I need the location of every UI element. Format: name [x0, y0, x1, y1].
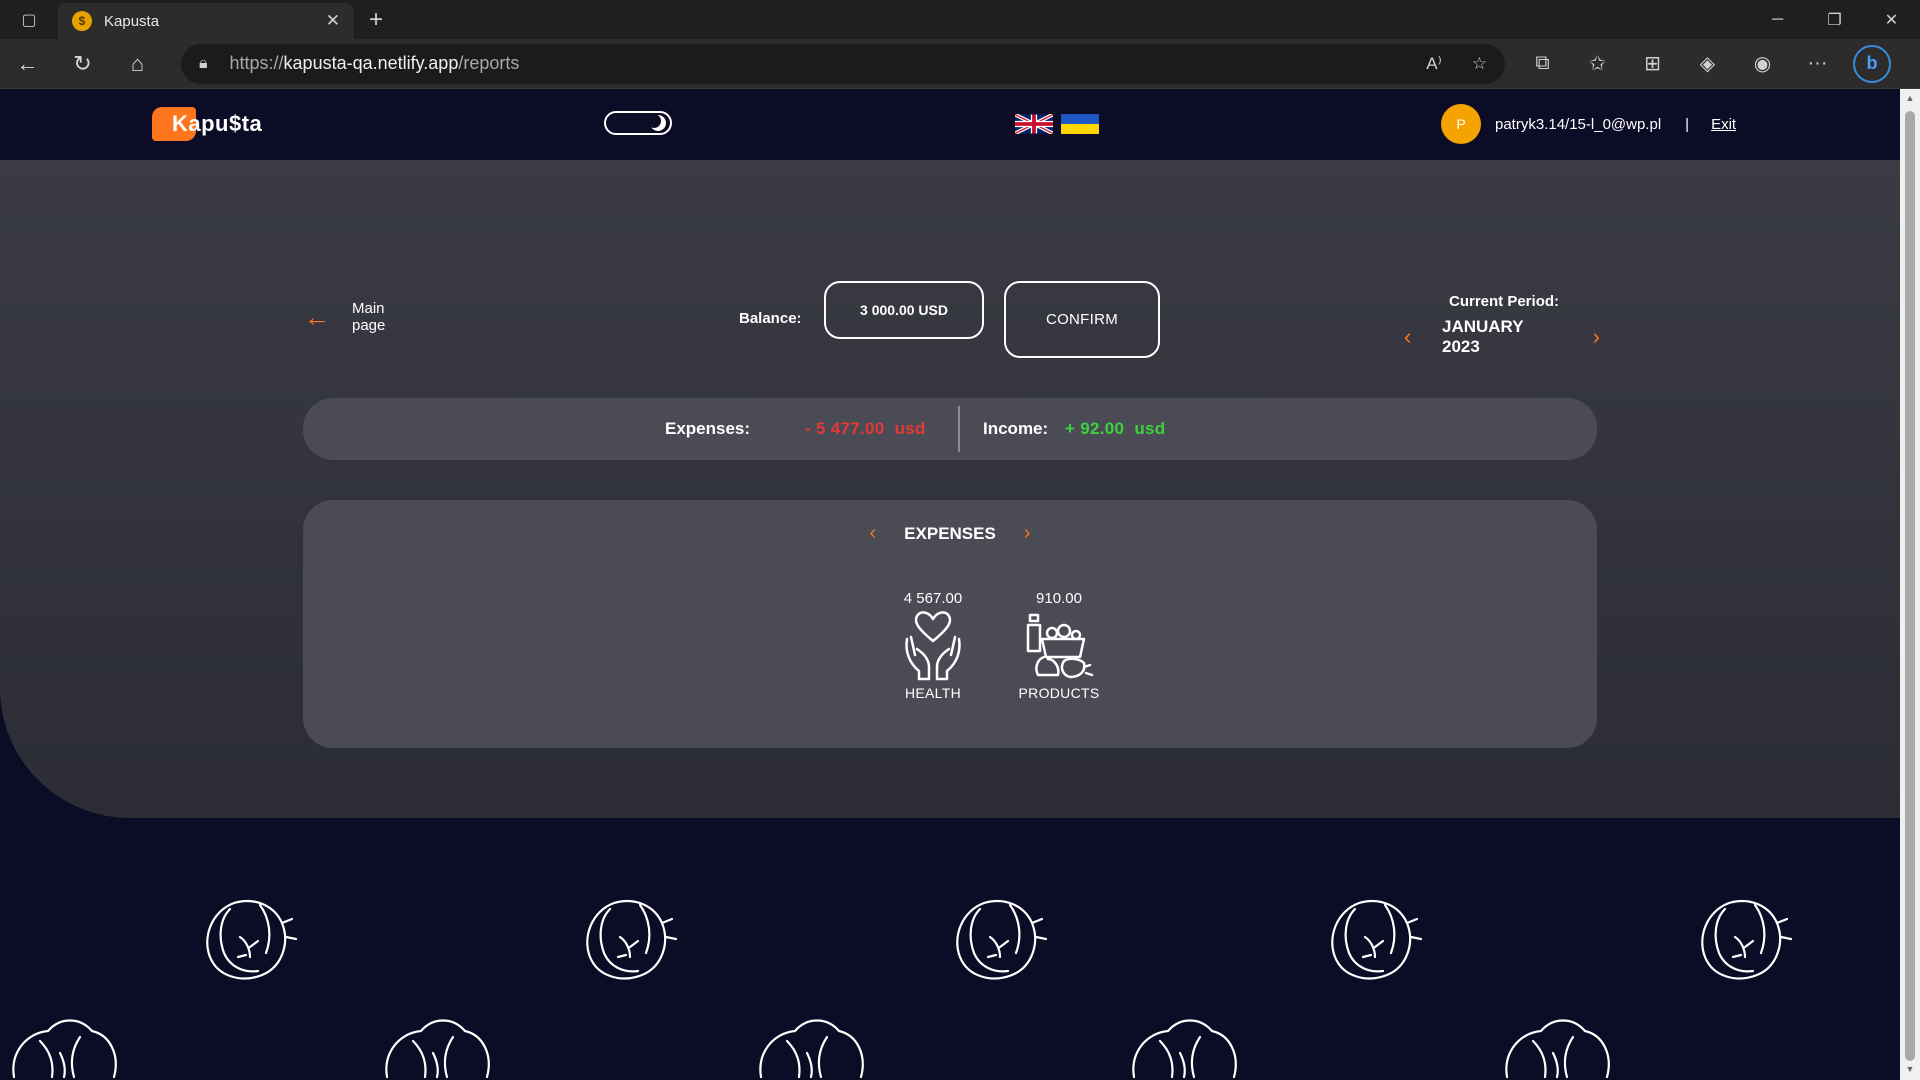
- category-name: HEALTH: [905, 685, 961, 701]
- categories-panel: ‹ EXPENSES › 4 567.00 HEALTH 910.00 PROD…: [303, 500, 1597, 748]
- favicon-icon: $: [72, 11, 92, 31]
- browser-tabbar: ▢ $ Kapusta ✕ + ─ ❐ ✕: [0, 0, 1920, 39]
- balance-input[interactable]: 3 000.00 USD: [824, 281, 984, 339]
- back-label-2: page: [352, 317, 386, 334]
- products-icon: [1026, 613, 1094, 679]
- back-label-1: Main: [352, 300, 385, 317]
- scroll-down-icon[interactable]: ▼: [1904, 1064, 1916, 1076]
- restore-icon[interactable]: ❐: [1806, 0, 1863, 39]
- expenses-value: - 5 477.00 usd: [805, 419, 926, 438]
- separator: |: [1685, 115, 1690, 133]
- browser-tab[interactable]: $ Kapusta ✕: [58, 3, 354, 39]
- web-page: Kapu$ta P patryk3.14/15-l_0@wp.pl | Exit…: [0, 89, 1900, 1080]
- uk-flag-icon[interactable]: [1015, 114, 1053, 134]
- url-host: kapusta-qa.netlify.app: [283, 53, 459, 73]
- scroll-thumb[interactable]: [1905, 111, 1915, 1061]
- refresh-icon[interactable]: ↻: [55, 39, 110, 89]
- category-products[interactable]: 910.00 PRODUCTS: [1009, 590, 1109, 701]
- profile-icon[interactable]: ◉: [1735, 39, 1790, 89]
- favorites-icon[interactable]: ✩: [1570, 39, 1625, 89]
- income-value: + 92.00 usd: [1065, 419, 1166, 438]
- main-page-link[interactable]: ← Main page: [304, 300, 402, 334]
- logo-text: Kapu$ta: [172, 111, 263, 136]
- main-panel: ← Main page Balance: 3 000.00 USD CONFIRM…: [0, 160, 1900, 818]
- category-amount: 4 567.00: [903, 590, 963, 607]
- period-month: JANUARY: [1442, 317, 1524, 336]
- prev-category-icon[interactable]: ‹: [870, 522, 877, 545]
- arrow-left-icon: ←: [304, 301, 330, 332]
- url-scheme: https://: [229, 53, 284, 73]
- prev-period-icon[interactable]: ‹: [1404, 324, 1428, 350]
- tab-title: Kapusta: [104, 12, 160, 30]
- minimize-icon[interactable]: ─: [1749, 0, 1806, 39]
- scroll-up-icon[interactable]: ▲: [1904, 93, 1916, 105]
- summary-bar: Expenses: - 5 477.00 usd Income: + 92.00…: [303, 398, 1597, 460]
- window-controls: ─ ❐ ✕: [1749, 0, 1920, 39]
- user-email: patryk3.14/15-l_0@wp.pl: [1495, 115, 1662, 133]
- user-menu: P patryk3.14/15-l_0@wp.pl | Exit: [1441, 104, 1736, 144]
- add-favorite-icon[interactable]: ☆: [1472, 54, 1487, 74]
- summary-divider: [958, 406, 960, 452]
- lock-icon[interactable]: 🔒︎: [199, 55, 208, 73]
- period-label: Current Period:: [1449, 293, 1560, 310]
- theme-toggle[interactable]: [604, 111, 672, 135]
- more-options-icon[interactable]: ···: [1790, 39, 1845, 89]
- expenses-label: Expenses:: [665, 419, 751, 438]
- income-label: Income:: [983, 419, 1049, 438]
- next-period-icon[interactable]: ›: [1576, 324, 1600, 350]
- home-icon[interactable]: ⌂: [110, 39, 165, 89]
- health-icon: [905, 611, 961, 681]
- back-icon[interactable]: ←: [0, 39, 55, 89]
- period-year: 2023: [1442, 337, 1480, 356]
- extensions-icon[interactable]: ⧉: [1515, 39, 1570, 89]
- tab-actions-icon[interactable]: ▢: [0, 0, 58, 39]
- close-window-icon[interactable]: ✕: [1863, 0, 1920, 39]
- collections-icon[interactable]: ⊞: [1625, 39, 1680, 89]
- page-scrollbar[interactable]: ▲ ▼: [1900, 89, 1920, 1080]
- avatar: P: [1441, 104, 1481, 144]
- category-amount: 910.00: [1036, 590, 1082, 607]
- language-switcher: [1015, 114, 1099, 134]
- new-tab-icon[interactable]: +: [354, 0, 398, 39]
- close-tab-icon[interactable]: ✕: [326, 11, 340, 31]
- read-aloud-icon[interactable]: A⁾: [1426, 54, 1442, 74]
- period-selector: ‹ JANUARY 2023 ›: [1404, 317, 1600, 357]
- browser-essentials-icon[interactable]: ◈: [1680, 39, 1735, 89]
- ukraine-flag-icon[interactable]: [1061, 114, 1099, 134]
- categories-title: EXPENSES: [904, 523, 996, 543]
- address-bar[interactable]: 🔒︎ https://kapusta-qa.netlify.app/report…: [181, 43, 1505, 84]
- balance-label: Balance:: [739, 310, 802, 327]
- url-path: /reports: [458, 53, 520, 73]
- confirm-button[interactable]: CONFIRM: [1004, 281, 1160, 358]
- next-category-icon[interactable]: ›: [1024, 522, 1031, 545]
- kapusta-logo[interactable]: Kapu$ta: [152, 105, 264, 143]
- category-health[interactable]: 4 567.00 HEALTH: [883, 590, 983, 701]
- browser-toolbar: ← ↻ ⌂ 🔒︎ https://kapusta-qa.netlify.app /…: [0, 39, 1920, 89]
- bing-chat-icon[interactable]: b: [1853, 44, 1891, 83]
- moon-icon: [647, 114, 666, 131]
- category-name: PRODUCTS: [1018, 685, 1100, 701]
- site-header: Kapu$ta P patryk3.14/15-l_0@wp.pl | Exit: [0, 89, 1900, 160]
- exit-link[interactable]: Exit: [1711, 116, 1736, 133]
- cabbage-decoration: [12, 899, 1793, 1079]
